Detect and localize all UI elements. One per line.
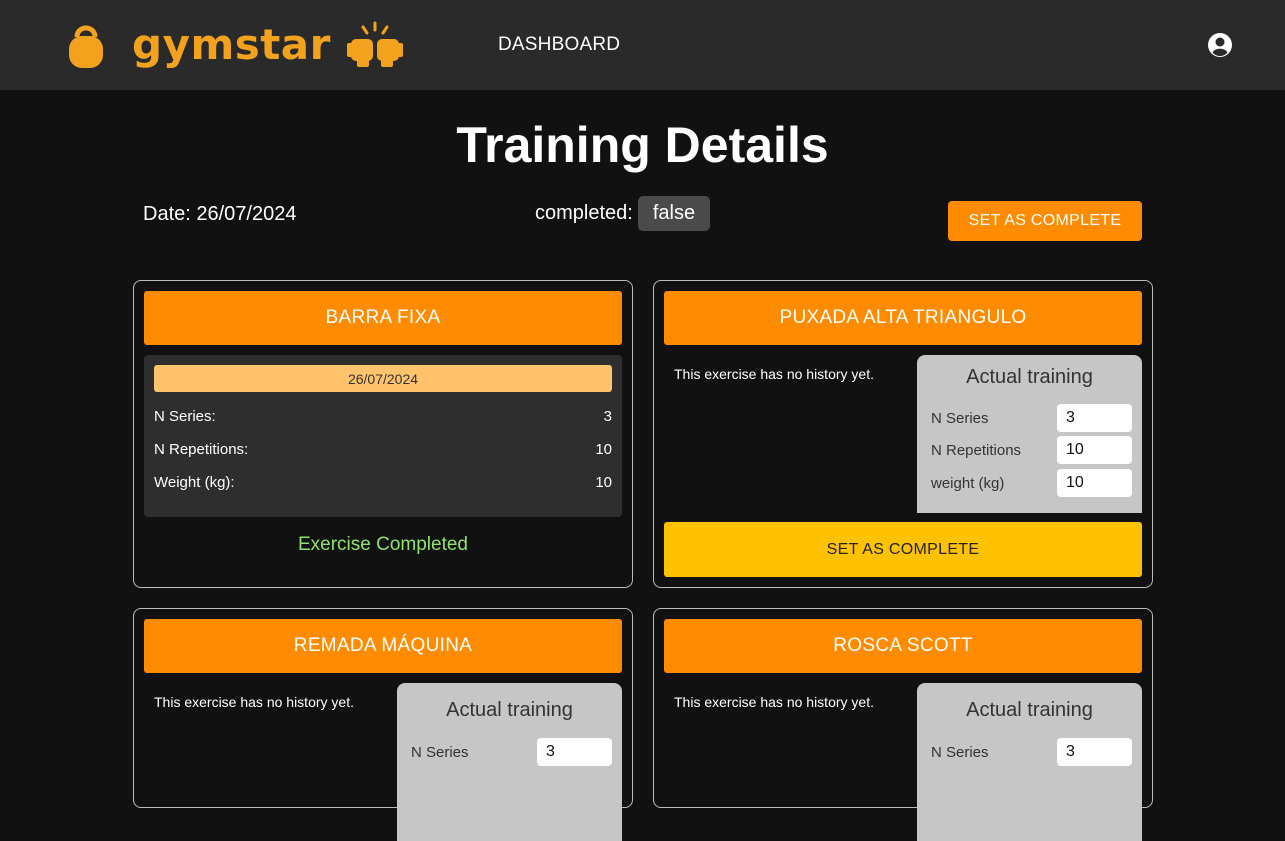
actual-training-title: Actual training: [966, 366, 1093, 388]
reps-row: N Repetitions: [931, 436, 1132, 464]
series-input[interactable]: [1057, 404, 1132, 432]
account-icon[interactable]: [1207, 32, 1233, 58]
history-date: 26/07/2024: [154, 365, 612, 392]
actual-training-panel: Actual training N Series: [397, 683, 622, 841]
exercise-title: PUXADA ALTA TRIANGULO: [664, 291, 1142, 345]
history-series-label: N Series:: [154, 408, 216, 425]
series-row: N Series: [931, 404, 1132, 432]
actual-training-panel: Actual training N Series: [917, 683, 1142, 841]
completed-badge: false: [637, 195, 711, 231]
exercise-card-puxada-alta-triangulo: PUXADA ALTA TRIANGULO This exercise has …: [653, 280, 1153, 588]
exercise-card-remada-maquina: REMADA MÁQUINA This exercise has no hist…: [133, 608, 633, 841]
exercise-title: REMADA MÁQUINA: [144, 619, 622, 673]
series-label: N Series: [411, 743, 469, 761]
no-history-message: This exercise has no history yet.: [154, 694, 354, 710]
exercise-title: BARRA FIXA: [144, 291, 622, 345]
series-input[interactable]: [1057, 738, 1132, 766]
history-series-value: 3: [603, 408, 612, 425]
series-row: N Series: [931, 738, 1132, 766]
completed-status: completed: false: [535, 195, 711, 231]
history-reps-label: N Repetitions:: [154, 441, 249, 458]
series-input[interactable]: [537, 738, 612, 766]
series-row: N Series: [411, 738, 612, 766]
exercise-card-rosca-scott: ROSCA SCOTT This exercise has no history…: [653, 608, 1153, 841]
no-history-message: This exercise has no history yet.: [674, 694, 874, 710]
actual-training-title: Actual training: [446, 699, 573, 721]
series-label: N Series: [931, 409, 989, 427]
set-training-complete-button[interactable]: SET AS COMPLETE: [948, 201, 1142, 241]
series-label: N Series: [931, 743, 989, 761]
actual-training-title: Actual training: [966, 699, 1093, 721]
history-weight-value: 10: [595, 474, 612, 491]
reps-label: N Repetitions: [931, 441, 1022, 459]
history-reps-value: 10: [595, 441, 612, 458]
reps-input[interactable]: [1057, 436, 1132, 464]
no-history-message: This exercise has no history yet.: [674, 366, 874, 382]
exercise-history: 26/07/2024 N Series: 3 N Repetitions: 10…: [144, 355, 622, 517]
training-date: Date: 26/07/2024: [143, 203, 297, 225]
gymstar-logo[interactable]: gymstar: [66, 20, 403, 70]
exercise-completed-status: Exercise Completed: [297, 534, 469, 555]
exercise-title: ROSCA SCOTT: [664, 619, 1142, 673]
history-series-row: N Series: 3: [154, 408, 612, 425]
nav-dashboard-link[interactable]: DASHBOARD: [498, 34, 620, 56]
history-reps-row: N Repetitions: 10: [154, 441, 612, 458]
completed-label: completed:: [535, 201, 633, 224]
history-weight-row: Weight (kg): 10: [154, 474, 612, 491]
weight-input[interactable]: [1057, 469, 1132, 497]
actual-training-panel: Actual training N Series N Repetitions w…: [917, 355, 1142, 513]
page-title: Training Details: [456, 117, 829, 173]
weight-row: weight (kg): [931, 469, 1132, 497]
weight-label: weight (kg): [931, 474, 1005, 492]
fist-bump-icon: [346, 21, 403, 67]
top-navbar: gymstar DASHBOARD: [0, 0, 1285, 90]
brand-name: gymstar: [132, 20, 331, 69]
exercise-card-barra-fixa: BARRA FIXA 26/07/2024 N Series: 3 N Repe…: [133, 280, 633, 588]
set-exercise-complete-button[interactable]: SET AS COMPLETE: [664, 522, 1142, 577]
history-weight-label: Weight (kg):: [154, 474, 235, 491]
kettlebell-icon: [69, 25, 103, 68]
